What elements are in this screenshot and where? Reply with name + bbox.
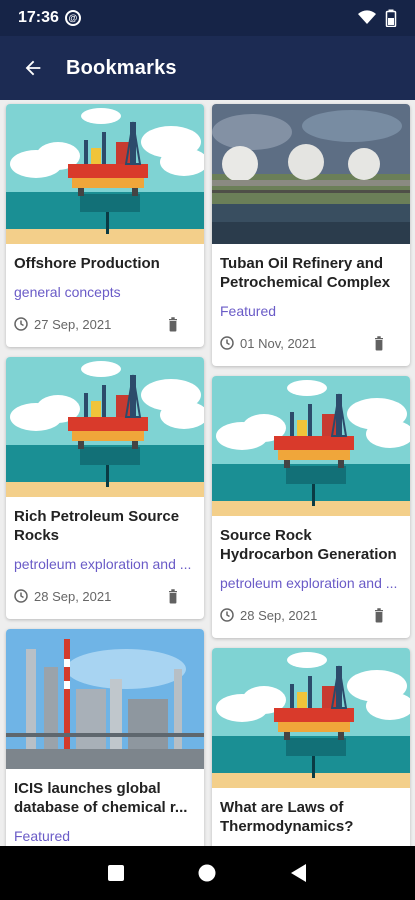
bookmark-card[interactable]: What are Laws of Thermodynamics? bbox=[212, 648, 410, 846]
wifi-icon bbox=[358, 10, 376, 24]
card-title: Source Rock Hydrocarbon Generation bbox=[220, 527, 397, 563]
offshore-platform-image bbox=[212, 648, 410, 788]
bookmark-card[interactable]: ICIS launches global database of chemica… bbox=[6, 629, 204, 846]
arrow-left-icon bbox=[25, 60, 41, 76]
bookmark-card[interactable]: Tuban Oil Refinery and Petrochemical Com… bbox=[212, 104, 410, 366]
back-nav-button[interactable] bbox=[285, 859, 313, 887]
trash-icon[interactable] bbox=[370, 606, 388, 624]
circle-icon bbox=[198, 864, 216, 882]
card-title: ICIS launches global database of chemica… bbox=[14, 780, 188, 816]
card-category[interactable]: petroleum exploration and ... bbox=[220, 574, 402, 592]
status-bar: 17:36 @ bbox=[0, 0, 415, 36]
card-category[interactable]: Featured bbox=[220, 302, 402, 320]
clock-icon bbox=[220, 336, 234, 350]
notification-badge-icon: @ bbox=[64, 10, 81, 26]
system-nav-bar bbox=[0, 846, 415, 900]
bookmarks-grid[interactable]: Offshore Production general concepts 27 … bbox=[0, 100, 415, 846]
recents-button[interactable] bbox=[102, 859, 130, 887]
offshore-platform-image bbox=[212, 376, 410, 516]
card-meta: 27 Sep, 2021 bbox=[14, 315, 196, 333]
card-title: Rich Petroleum Source Rocks bbox=[14, 508, 180, 544]
trash-icon[interactable] bbox=[164, 587, 182, 605]
storage-spheres-image bbox=[212, 104, 410, 244]
bookmark-card[interactable]: Rich Petroleum Source Rocks petroleum ex… bbox=[6, 357, 204, 619]
app-bar: Bookmarks bbox=[0, 36, 415, 100]
clock-icon bbox=[14, 317, 28, 331]
left-column: Offshore Production general concepts 27 … bbox=[6, 104, 204, 846]
card-category[interactable]: general concepts bbox=[14, 283, 196, 301]
trash-icon[interactable] bbox=[164, 315, 182, 333]
triangle-back-icon bbox=[291, 864, 307, 882]
offshore-platform-image bbox=[6, 104, 204, 244]
card-date: 27 Sep, 2021 bbox=[34, 316, 112, 332]
card-category[interactable]: Featured bbox=[14, 827, 196, 845]
card-date: 28 Sep, 2021 bbox=[240, 607, 318, 623]
bookmark-card[interactable]: Offshore Production general concepts 27 … bbox=[6, 104, 204, 347]
clock-icon bbox=[14, 589, 28, 603]
status-time: 17:36 bbox=[18, 9, 59, 26]
card-title: Tuban Oil Refinery and Petrochemical Com… bbox=[220, 255, 391, 291]
card-category[interactable]: petroleum exploration and ... bbox=[14, 555, 196, 573]
card-meta: 28 Sep, 2021 bbox=[220, 606, 402, 624]
home-button[interactable] bbox=[193, 859, 221, 887]
trash-icon[interactable] bbox=[370, 334, 388, 352]
card-meta: 28 Sep, 2021 bbox=[14, 587, 196, 605]
refinery-image bbox=[6, 629, 204, 769]
square-icon bbox=[107, 865, 124, 881]
card-date: 28 Sep, 2021 bbox=[34, 588, 112, 604]
card-title: What are Laws of Thermodynamics? bbox=[220, 799, 354, 835]
right-column: Tuban Oil Refinery and Petrochemical Com… bbox=[212, 104, 410, 846]
page-title: Bookmarks bbox=[66, 56, 177, 79]
bookmark-card[interactable]: Source Rock Hydrocarbon Generation petro… bbox=[212, 376, 410, 638]
offshore-platform-image bbox=[6, 357, 204, 497]
back-button[interactable] bbox=[18, 53, 48, 83]
status-icons bbox=[357, 9, 397, 27]
card-date: 01 Nov, 2021 bbox=[240, 335, 317, 351]
battery-icon bbox=[385, 9, 397, 27]
card-title: Offshore Production bbox=[14, 255, 160, 272]
card-meta: 01 Nov, 2021 bbox=[220, 334, 402, 352]
clock-icon bbox=[220, 608, 234, 622]
